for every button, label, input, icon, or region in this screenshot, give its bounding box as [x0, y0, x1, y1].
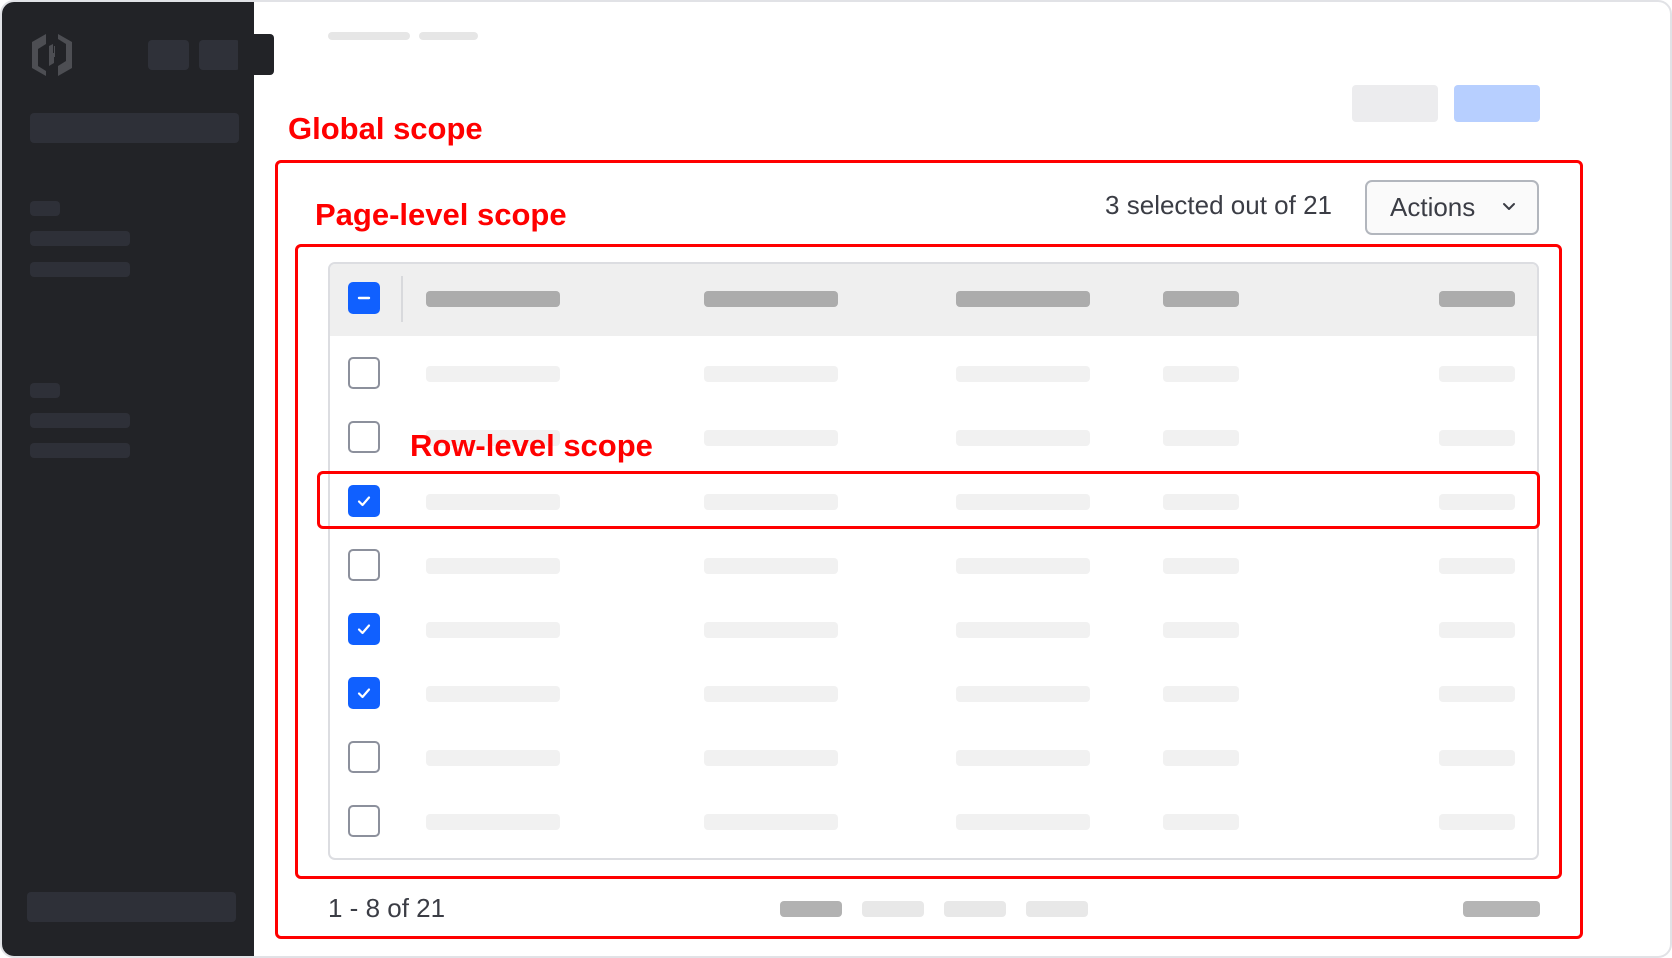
table-cell [426, 494, 560, 510]
table-cell [956, 558, 1090, 574]
table-cell [1439, 622, 1515, 638]
sidebar-section-heading [30, 201, 60, 216]
table-cell [704, 686, 838, 702]
table-row[interactable] [330, 656, 1537, 720]
table-cell [1163, 814, 1239, 830]
checkmark-icon [357, 624, 371, 635]
checkmark-icon [357, 496, 371, 507]
pagination-range: 1 - 8 of 21 [328, 893, 446, 923]
row-checkbox[interactable] [348, 741, 380, 773]
hashicorp-logo-icon[interactable] [27, 30, 77, 80]
table-cell [1439, 558, 1515, 574]
selection-count: 3 selected out of 21 [1105, 190, 1332, 220]
sidebar-item[interactable] [30, 413, 130, 428]
page-number-button[interactable] [780, 901, 842, 917]
sidebar-item[interactable] [30, 443, 130, 458]
global-scope-label: Global scope [288, 111, 483, 146]
table-cell [426, 622, 560, 638]
row-checkbox[interactable] [348, 357, 380, 389]
column-header[interactable] [1439, 291, 1515, 307]
table-cell [1163, 494, 1239, 510]
column-header[interactable] [956, 291, 1090, 307]
sidebar-item[interactable] [30, 231, 130, 246]
sidebar-top-button-2[interactable] [199, 40, 240, 70]
breadcrumb-item[interactable] [328, 32, 410, 40]
table-cell [956, 622, 1090, 638]
page-number-button[interactable] [1026, 901, 1088, 917]
column-header[interactable] [1163, 291, 1239, 307]
column-divider [401, 276, 403, 322]
table-cell [704, 814, 838, 830]
page-level-scope-label: Page-level scope [315, 197, 567, 232]
app-window: Global scope Page-level scope 3 selected… [0, 0, 1672, 958]
table-cell [704, 750, 838, 766]
table-cell [426, 814, 560, 830]
row-level-scope-label: Row-level scope [410, 428, 653, 463]
table-cell [956, 366, 1090, 382]
table-cell [956, 686, 1090, 702]
column-header[interactable] [426, 291, 560, 307]
row-checkbox[interactable] [348, 549, 380, 581]
column-header[interactable] [704, 291, 838, 307]
table-cell [704, 558, 838, 574]
row-checkbox[interactable] [348, 421, 380, 453]
table-cell [704, 494, 838, 510]
table-cell [1439, 750, 1515, 766]
sidebar-org-switcher[interactable] [30, 113, 239, 143]
row-checkbox[interactable] [348, 613, 380, 645]
breadcrumb-item[interactable] [419, 32, 478, 40]
page-number-button[interactable] [862, 901, 924, 917]
table-row[interactable] [330, 464, 1537, 528]
indeterminate-icon [357, 296, 371, 300]
table-cell [1163, 366, 1239, 382]
table-cell [1439, 494, 1515, 510]
table-row[interactable] [330, 784, 1537, 848]
table-cell [956, 750, 1090, 766]
table-cell [426, 686, 560, 702]
table-cell [956, 814, 1090, 830]
sidebar-top-button-1[interactable] [148, 40, 189, 70]
page-number-button[interactable] [944, 901, 1006, 917]
table-row[interactable] [330, 720, 1537, 784]
primary-button[interactable] [1454, 85, 1540, 122]
table-row[interactable] [330, 528, 1537, 592]
row-checkbox[interactable] [348, 805, 380, 837]
select-all-checkbox[interactable] [348, 282, 380, 314]
row-checkbox[interactable] [348, 485, 380, 517]
actions-dropdown[interactable]: Actions [1365, 180, 1539, 235]
table-cell [956, 430, 1090, 446]
table-row[interactable] [330, 592, 1537, 656]
table-cell [704, 622, 838, 638]
table-cell [704, 430, 838, 446]
table-cell [1439, 814, 1515, 830]
table-cell [1163, 686, 1239, 702]
table-cell [1163, 430, 1239, 446]
table-cell [1163, 558, 1239, 574]
checkmark-icon [357, 688, 371, 699]
table-row[interactable] [330, 336, 1537, 400]
table-cell [956, 494, 1090, 510]
table-cell [1439, 366, 1515, 382]
secondary-button[interactable] [1352, 85, 1438, 122]
actions-label: Actions [1390, 192, 1476, 222]
sidebar-tab [238, 34, 274, 75]
sidebar-item[interactable] [30, 262, 130, 277]
table-cell [426, 558, 560, 574]
row-checkbox[interactable] [348, 677, 380, 709]
sidebar [2, 2, 254, 956]
table-cell [1163, 622, 1239, 638]
data-table [328, 262, 1539, 860]
chevron-down-icon [1503, 203, 1515, 210]
table-cell [1439, 430, 1515, 446]
table-cell [1439, 686, 1515, 702]
table-cell [1163, 750, 1239, 766]
table-cell [426, 750, 560, 766]
table-cell [426, 366, 560, 382]
sidebar-user-menu[interactable] [27, 892, 236, 922]
sidebar-section-heading [30, 383, 60, 398]
page-size-selector[interactable] [1463, 901, 1540, 917]
table-cell [704, 366, 838, 382]
table-header-row [330, 264, 1537, 336]
